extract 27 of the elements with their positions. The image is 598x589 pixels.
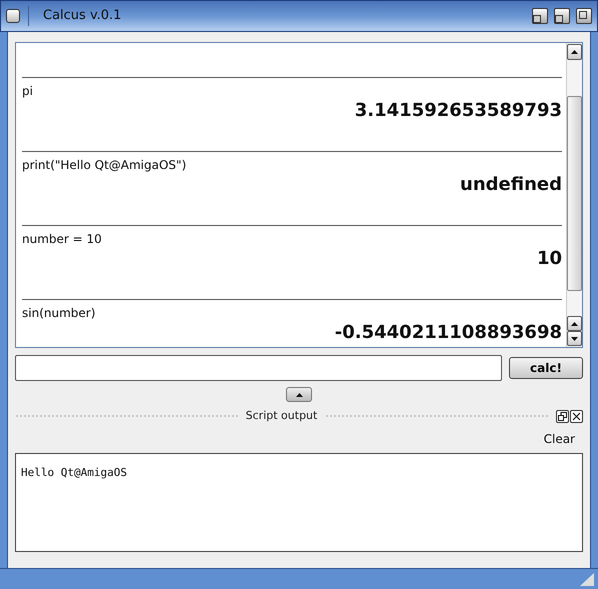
window-menu-button[interactable]: [6, 9, 20, 23]
output-text: Hello Qt@AmigaOS: [21, 466, 127, 478]
expression-text: pi: [22, 84, 34, 99]
close-icon[interactable]: [570, 410, 583, 423]
scrollbar-thumb[interactable]: [567, 96, 582, 291]
scrollbar[interactable]: [566, 43, 582, 347]
result-text: undefined: [459, 173, 562, 197]
scroll-up-icon[interactable]: [567, 316, 582, 331]
collapse-icon[interactable]: [286, 387, 312, 402]
scroll-down-icon[interactable]: [567, 331, 582, 346]
iconify-icon[interactable]: [532, 8, 548, 24]
calc-button[interactable]: calc!: [509, 357, 583, 379]
window-title: Calcus v.0.1: [43, 7, 122, 26]
depth-icon[interactable]: [576, 8, 592, 24]
zoom-icon[interactable]: [554, 8, 570, 24]
result-text: 3.141592653589793: [354, 99, 562, 123]
expression-text: print("Hello Qt@AmigaOS"): [22, 158, 188, 173]
float-icon[interactable]: [556, 410, 569, 423]
result-text: 10: [536, 247, 562, 271]
output-area[interactable]: Hello Qt@AmigaOS: [15, 452, 583, 552]
expression-text: sin(number): [22, 306, 96, 321]
scroll-up-icon[interactable]: [567, 44, 582, 60]
dock-title: Script output: [246, 408, 318, 424]
result-text: -0.5440211108893698: [334, 321, 562, 345]
expression-input[interactable]: [15, 355, 502, 381]
expression-text: number = 10: [22, 232, 103, 247]
clear-button[interactable]: Clear: [544, 430, 575, 448]
